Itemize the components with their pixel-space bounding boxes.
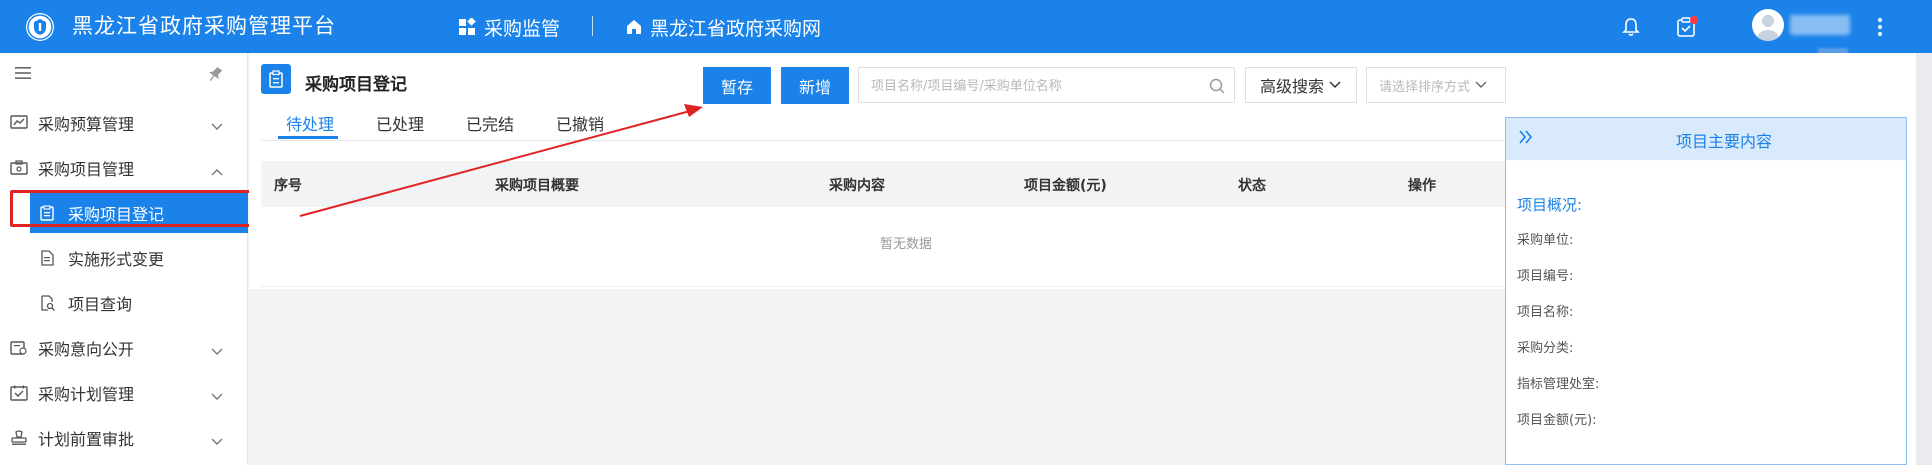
column-header: 采购内容: [829, 178, 885, 194]
grid-icon: [459, 18, 476, 35]
approval-icon: [10, 430, 28, 450]
sidebar-item-label: 采购计划管理: [38, 385, 135, 404]
sidebar-item-label: 采购预算管理: [38, 115, 135, 134]
field-project-amount: 项目金额(元):: [1517, 413, 1597, 428]
field-procurement-category: 采购分类:: [1517, 341, 1574, 356]
field-project-number: 项目编号:: [1517, 269, 1574, 284]
search-input[interactable]: [871, 76, 1201, 96]
sidebar-item-label: 项目查询: [68, 295, 133, 314]
field-purchasing-unit: 采购单位:: [1517, 233, 1574, 248]
nav-procurement-website[interactable]: 黑龙江省政府采购网: [626, 13, 821, 41]
sidebar-item-project-management[interactable]: 采购项目管理: [0, 148, 248, 188]
nav-procurement-supervision[interactable]: 采购监管: [458, 13, 560, 41]
sort-select[interactable]: 请选择排序方式: [1366, 67, 1506, 103]
sidebar-item-plan-management[interactable]: 采购计划管理: [0, 373, 248, 413]
plan-icon: [10, 385, 28, 405]
sidebar-item-project-query[interactable]: 项目查询: [30, 283, 248, 323]
chevron-down-icon: [210, 432, 224, 451]
chevron-up-icon: [210, 162, 224, 181]
change-icon: [40, 250, 54, 270]
nav-label: 黑龙江省政府采购网: [650, 17, 822, 40]
column-header: 序号: [274, 178, 302, 194]
page-register-icon: [261, 64, 291, 94]
chevron-down-icon: [210, 342, 224, 361]
column-header: 采购项目概要: [495, 178, 579, 194]
sidebar-item-label: 采购意向公开: [38, 340, 135, 359]
notification-dot: [1690, 16, 1698, 24]
project-detail-panel: 项目主要内容 项目概况: 采购单位: 项目编号: 项目名称: 采购分类: 指标管…: [1505, 117, 1907, 465]
sort-placeholder: 请选择排序方式: [1379, 79, 1471, 95]
tab-revoked[interactable]: 已撤销: [556, 111, 604, 141]
sidebar-item-label: 计划前置审批: [38, 430, 135, 449]
panel-title: 项目主要内容: [1675, 132, 1772, 151]
username-redacted[interactable]: [1790, 15, 1850, 35]
more-vertical-icon[interactable]: [1866, 13, 1894, 41]
tab-processed[interactable]: 已处理: [376, 111, 424, 141]
chevron-down-icon: [210, 117, 224, 136]
chevron-down-icon: [1329, 81, 1341, 89]
intent-icon: [10, 340, 28, 360]
sidebar: 采购预算管理 采购项目管理 采购项目登记 实施形式变更 项目查询 采购意向公开 …: [0, 53, 248, 465]
tab-divider: [261, 140, 1551, 141]
sidebar-item-budget[interactable]: 采购预算管理: [0, 103, 248, 143]
advanced-search-button[interactable]: 高级搜索: [1245, 67, 1357, 103]
top-header: 黑龙江省政府采购管理平台 采购监管 黑龙江省政府采购网: [0, 0, 1932, 56]
content-background: [249, 289, 1551, 465]
column-header: 项目金额(元): [1024, 178, 1107, 194]
section-title: 项目概况:: [1517, 196, 1583, 214]
save-draft-button[interactable]: 暂存: [703, 67, 771, 104]
annotation-highlight-box: [10, 190, 256, 227]
sidebar-toolbar: [0, 53, 248, 93]
page-scrollbar[interactable]: [1916, 53, 1932, 465]
bell-icon[interactable]: [1617, 13, 1645, 41]
add-button[interactable]: 新增: [781, 67, 849, 104]
tab-active-indicator: [278, 136, 338, 139]
tab-completed[interactable]: 已完结: [466, 111, 514, 141]
table-header: 序号 采购项目概要 采购内容 项目金额(元) 状态 操作: [261, 161, 1551, 207]
menu-toggle-icon[interactable]: [14, 65, 32, 85]
nav-divider: [592, 16, 593, 36]
search-icon[interactable]: [1208, 77, 1226, 99]
avatar[interactable]: [1752, 9, 1784, 41]
budget-icon: [10, 115, 28, 135]
chevron-down-icon: [210, 387, 224, 406]
column-header: 操作: [1408, 178, 1436, 194]
pin-icon[interactable]: [206, 65, 224, 87]
sidebar-item-pre-approval[interactable]: 计划前置审批: [0, 418, 248, 458]
sidebar-item-implementation-change[interactable]: 实施形式变更: [30, 238, 248, 278]
project-icon: [10, 160, 28, 180]
column-header: 状态: [1238, 178, 1266, 194]
advanced-search-label: 高级搜索: [1259, 77, 1324, 96]
field-quota-department: 指标管理处室:: [1517, 377, 1600, 392]
query-icon: [40, 295, 56, 315]
sidebar-item-label: 实施形式变更: [68, 250, 165, 269]
panel-header-decoration: [1506, 155, 1906, 161]
sidebar-item-label: 采购项目管理: [38, 160, 135, 179]
search-box: [858, 67, 1235, 103]
sidebar-item-intent-disclosure[interactable]: 采购意向公开: [0, 328, 248, 368]
field-project-name: 项目名称:: [1517, 305, 1574, 320]
app-title: 黑龙江省政府采购管理平台: [72, 14, 336, 38]
page-title: 采购项目登记: [305, 75, 407, 95]
nav-label: 采购监管: [484, 17, 561, 40]
empty-state-text: 暂无数据: [879, 237, 932, 252]
home-icon: [627, 20, 641, 34]
chevron-down-icon: [1475, 81, 1487, 88]
platform-logo[interactable]: [26, 13, 54, 41]
task-icon[interactable]: [1672, 13, 1700, 41]
